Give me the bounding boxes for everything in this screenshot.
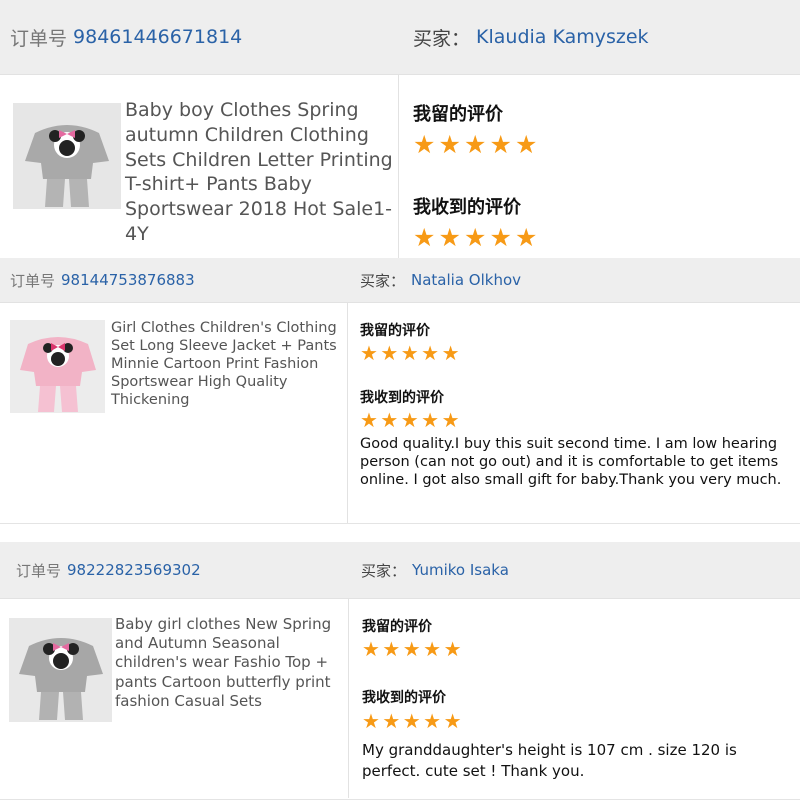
review-comment: My granddaughter's height is 107 cm . si… [362,741,737,780]
star-icon: ★ [413,130,436,159]
my-rating-stars: ★ ★ ★ ★ ★ [360,343,462,363]
order-block: 订单号 98144753876883 买家： Natalia Olkhov Gi… [0,258,800,524]
received-review-heading: 我收到的评价 [413,197,521,218]
star-icon: ★ [441,341,460,365]
outfit-image [9,618,112,722]
star-icon: ★ [464,130,487,159]
order-body: Baby girl clothes New Spring and Autumn … [0,599,800,798]
star-icon: ★ [489,223,512,252]
received-rating-stars: ★ ★ ★ ★ ★ [360,410,462,430]
column-divider [398,75,399,258]
buyer-name-link[interactable]: Klaudia Kamyszek [476,26,649,48]
divider [0,523,800,524]
star-icon: ★ [515,130,538,159]
star-icon: ★ [413,223,436,252]
star-icon: ★ [515,223,538,252]
order-number-link[interactable]: 98461446671814 [73,26,242,48]
star-icon: ★ [443,709,462,733]
product-thumbnail[interactable] [13,103,121,209]
product-name-link[interactable]: Baby boy Clothes Spring autumn Children … [125,98,393,247]
order-header: 订单号 98461446671814 买家： Klaudia Kamyszek [0,0,800,75]
star-icon: ★ [489,130,512,159]
column-divider [348,599,349,798]
order-header: 订单号 98144753876883 买家： Natalia Olkhov [0,258,800,303]
star-icon: ★ [423,637,442,661]
star-icon: ★ [400,341,419,365]
buyer-label: 买家： [413,27,471,50]
received-rating-stars: ★ ★ ★ ★ ★ [362,711,464,731]
column-divider [347,303,348,524]
my-rating-stars: ★ ★ ★ ★ ★ [362,639,464,659]
order-number-label: 订单号 [16,561,62,580]
my-review-heading: 我留的评价 [360,323,430,339]
buyer-label: 买家： [360,271,406,290]
buyer-name-link[interactable]: Natalia Olkhov [411,271,521,289]
product-name-link[interactable]: Baby girl clothes New Spring and Autumn … [115,615,345,711]
order-block: 订单号 98461446671814 买家： Klaudia Kamyszek … [0,0,800,258]
star-icon: ★ [362,709,380,733]
outfit-image [10,320,105,413]
star-icon: ★ [360,408,378,432]
buyer-label: 买家： [361,561,407,580]
star-icon: ★ [380,408,399,432]
star-icon: ★ [382,709,401,733]
product-thumbnail[interactable] [9,618,112,722]
star-icon: ★ [423,709,442,733]
outfit-image [13,103,121,209]
star-icon: ★ [360,341,378,365]
star-icon: ★ [402,709,421,733]
product-name-link[interactable]: Girl Clothes Children's Clothing Set Lon… [111,319,343,409]
my-review-heading: 我留的评价 [413,104,503,125]
buyer-name-link[interactable]: Yumiko Isaka [412,561,509,579]
order-number-link[interactable]: 98222823569302 [67,561,201,579]
received-review-heading: 我收到的评价 [360,390,444,406]
order-header: 订单号 98222823569302 买家： Yumiko Isaka [0,542,800,599]
order-body: Baby boy Clothes Spring autumn Children … [0,75,800,258]
order-number-link[interactable]: 98144753876883 [61,271,195,289]
star-icon: ★ [438,130,461,159]
order-body: Girl Clothes Children's Clothing Set Lon… [0,303,800,524]
star-icon: ★ [382,637,401,661]
star-icon: ★ [441,408,460,432]
received-rating-stars: ★ ★ ★ ★ ★ [413,225,541,250]
star-icon: ★ [380,341,399,365]
star-icon: ★ [421,341,440,365]
received-review-heading: 我收到的评价 [362,690,446,706]
order-number-label: 订单号 [10,271,56,290]
order-number-label: 订单号 [10,27,68,50]
star-icon: ★ [438,223,461,252]
review-comment: Good quality.I buy this suit second time… [360,436,782,488]
star-icon: ★ [400,408,419,432]
star-icon: ★ [402,637,421,661]
my-rating-stars: ★ ★ ★ ★ ★ [413,132,541,157]
order-block: 订单号 98222823569302 买家： Yumiko Isaka Baby… [0,542,800,800]
star-icon: ★ [421,408,440,432]
star-icon: ★ [362,637,380,661]
my-review-heading: 我留的评价 [362,619,432,635]
star-icon: ★ [443,637,462,661]
product-thumbnail[interactable] [10,320,105,413]
star-icon: ★ [464,223,487,252]
